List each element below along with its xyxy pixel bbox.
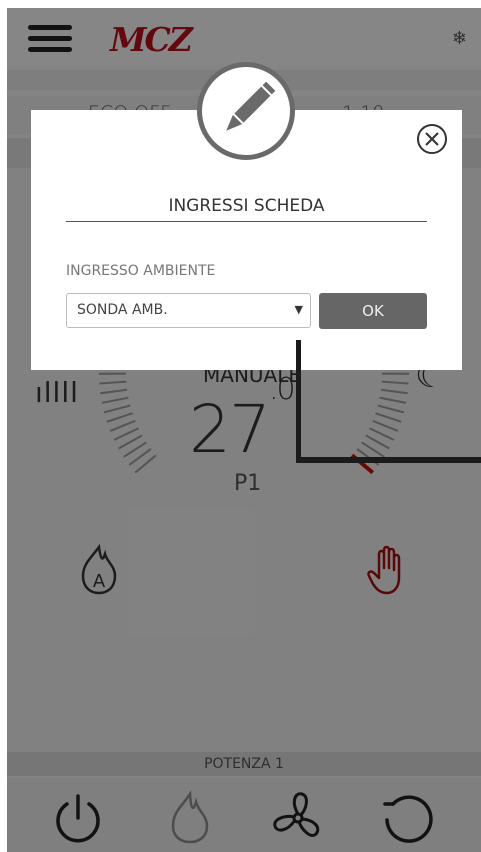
pencil-icon (226, 81, 276, 131)
callout-line (296, 340, 301, 463)
dialog-title: INGRESSI SCHEDA (168, 196, 325, 216)
title-divider (66, 221, 427, 222)
select-value: SONDA AMB. (77, 302, 168, 318)
close-icon[interactable] (416, 123, 448, 155)
ambient-input-select[interactable]: SONDA AMB. ▼ (66, 293, 311, 328)
dropdown-arrow-icon: ▼ (294, 303, 303, 316)
ok-button[interactable]: OK (319, 293, 427, 329)
ambient-input-label: INGRESSO AMBIENTE (66, 263, 216, 279)
edit-badge (197, 62, 295, 160)
callout-line (296, 457, 481, 463)
